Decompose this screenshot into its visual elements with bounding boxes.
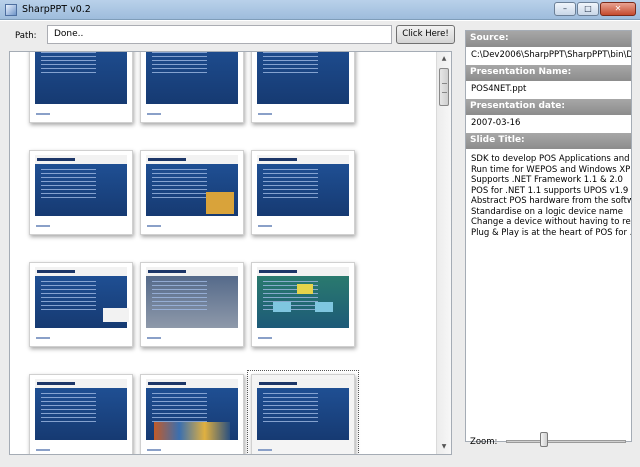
zoom-slider-thumb[interactable]	[540, 432, 548, 447]
slide-thumbnail[interactable]	[140, 374, 244, 454]
app-icon	[5, 4, 17, 16]
slide-thumbnail[interactable]	[29, 150, 133, 235]
slide-thumbnail[interactable]	[29, 262, 133, 347]
slide-title-line: Plug & Play is at the heart of POS for .…	[471, 227, 632, 238]
minimize-button[interactable]: –	[554, 2, 576, 16]
presentation-date-header: Presentation date:	[466, 99, 631, 115]
main-window: Path: Done.. Click Here! ▲ ▼ Source: C:\…	[0, 21, 640, 467]
scroll-thumb[interactable]	[439, 68, 449, 106]
slide-thumbnail[interactable]	[251, 262, 355, 347]
slide-thumbnail[interactable]	[29, 374, 133, 454]
zoom-label: Zoom:	[470, 437, 498, 447]
slide-thumbnail[interactable]	[140, 52, 244, 123]
slide-title-line: POS for .NET 1.1 supports UPOS v1.9	[471, 185, 629, 196]
vertical-scrollbar[interactable]: ▲ ▼	[436, 52, 451, 454]
presentation-info-panel: Source: C:\Dev2006\SharpPPT\SharpPPT\bin…	[465, 30, 632, 442]
title-bar: SharpPPT v0.2 – □ ✕	[0, 0, 640, 20]
path-input[interactable]: Done..	[47, 25, 392, 44]
slide-thumbnail[interactable]	[251, 150, 355, 235]
slide-title-line: Run time for WEPOS and Windows XP Profe	[471, 164, 631, 175]
slide-title-list: SDK to develop POS Applications and serv…	[466, 149, 631, 243]
path-label: Path:	[15, 31, 37, 41]
slide-title-header: Slide Title:	[466, 133, 631, 149]
window-controls: – □ ✕	[554, 2, 636, 16]
source-header: Source:	[466, 31, 631, 47]
slide-title-line: Supports .NET Framework 1.1 & 2.0	[471, 175, 623, 185]
slide-title-line: Standardise on a logic device name	[471, 206, 624, 217]
slide-thumbnail-pane[interactable]: ▲ ▼	[9, 51, 452, 455]
maximize-button[interactable]: □	[577, 2, 599, 16]
presentation-name-header: Presentation Name:	[466, 65, 631, 81]
scroll-down-arrow-icon[interactable]: ▼	[437, 440, 451, 454]
slide-thumbnail-selected[interactable]	[247, 370, 359, 454]
slide-thumbnail[interactable]	[140, 150, 244, 235]
close-button[interactable]: ✕	[600, 2, 636, 16]
slide-title-line: Change a device without having to recode…	[471, 217, 631, 227]
slide-title-line: Abstract POS hardware from the software	[471, 196, 632, 206]
click-here-button[interactable]: Click Here!	[396, 25, 455, 44]
window-title: SharpPPT v0.2	[22, 4, 91, 15]
slide-title-line: SDK to develop POS Applications and serv…	[471, 154, 631, 164]
scroll-up-arrow-icon[interactable]: ▲	[437, 52, 451, 66]
zoom-slider-track[interactable]	[506, 440, 626, 443]
slide-thumbnail[interactable]	[29, 52, 133, 123]
presentation-name-value: POS4NET.ppt	[471, 84, 527, 94]
slide-thumbnail[interactable]	[251, 52, 355, 123]
presentation-date-value: 2007-03-16	[471, 118, 521, 128]
source-value: C:\Dev2006\SharpPPT\SharpPPT\bin\Debug	[471, 50, 631, 60]
slide-thumbnail[interactable]	[140, 262, 244, 347]
